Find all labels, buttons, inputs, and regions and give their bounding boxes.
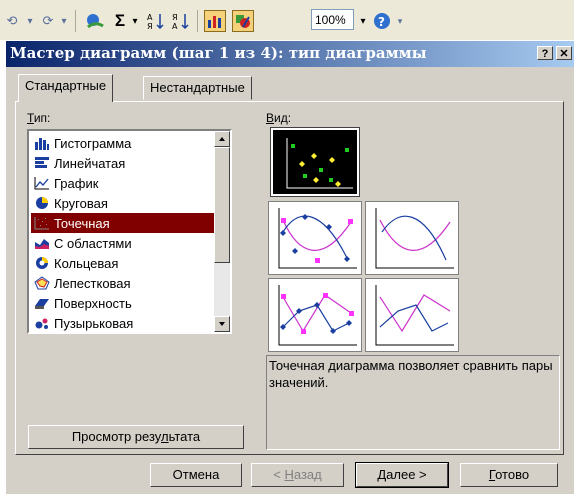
- chart-type-item[interactable]: График: [31, 173, 229, 193]
- cancel-button[interactable]: Отмена: [150, 463, 242, 487]
- tab-custom[interactable]: Нестандартные: [143, 76, 252, 100]
- zoom-dropdown-icon[interactable]: ▾: [358, 10, 368, 32]
- svg-text:?: ?: [378, 15, 385, 29]
- chart-type-item[interactable]: Пузырьковая: [31, 313, 229, 333]
- autosum-icon[interactable]: Σ: [112, 10, 128, 32]
- donut-chart-icon: [34, 256, 50, 270]
- subtype-smoothed-markers[interactable]: [268, 201, 362, 275]
- help-icon[interactable]: ?: [372, 10, 392, 32]
- toolbar: ⟲ ▾ ⟳ ▾ Σ ▾ АЯ ЯА 100% ▾ ? ▾: [0, 0, 574, 40]
- chart-type-label: Лепестковая: [54, 275, 131, 291]
- chart-type-item[interactable]: Поверхность: [31, 293, 229, 313]
- chart-type-label: Пузырьковая: [54, 315, 134, 331]
- chart-wizard-icon[interactable]: [204, 10, 226, 32]
- redo-arrow-icon[interactable]: ⟳: [40, 10, 56, 32]
- chart-type-label: Поверхность: [54, 295, 132, 311]
- svg-text:Я: Я: [147, 22, 153, 30]
- chart-type-item[interactable]: Круговая: [31, 193, 229, 213]
- line-chart-icon: [34, 176, 50, 190]
- sort-ascending-icon[interactable]: АЯ: [147, 10, 165, 32]
- autosum-dropdown-icon[interactable]: ▾: [130, 10, 140, 32]
- next-button[interactable]: Далее >: [355, 462, 449, 488]
- sort-descending-icon[interactable]: ЯА: [172, 10, 190, 32]
- list-scrollbar[interactable]: [214, 131, 230, 332]
- preview-result-button[interactable]: Просмотр результата: [28, 425, 244, 449]
- chart-type-label: Кольцевая: [54, 255, 119, 271]
- pie-chart-icon: [34, 196, 50, 210]
- svg-text:Я: Я: [172, 13, 178, 22]
- drawing-icon[interactable]: [232, 10, 254, 32]
- bubble-chart-icon: [34, 316, 50, 330]
- undo-arrow-icon[interactable]: ⟲: [4, 10, 20, 32]
- surface-chart-icon: [34, 296, 50, 310]
- scatter-chart-icon: [34, 216, 50, 230]
- finish-button[interactable]: Готово: [460, 463, 558, 487]
- subtype-lines-markers[interactable]: [268, 278, 362, 352]
- chart-type-item[interactable]: С областями: [31, 233, 229, 253]
- chart-type-list[interactable]: Гистограмма Линейчатая График Круговая Точеч…: [27, 129, 232, 334]
- subtype-straight-lines[interactable]: [365, 278, 459, 352]
- scroll-thumb[interactable]: [214, 147, 230, 263]
- area-chart-icon: [34, 236, 50, 250]
- tab-standard[interactable]: Стандартные: [18, 74, 114, 102]
- chart-description: Точечная диаграмма позволяет сравнить па…: [266, 355, 560, 450]
- chart-type-item[interactable]: Линейчатая: [31, 153, 229, 173]
- back-button: < Назад: [251, 463, 344, 487]
- svg-text:А: А: [147, 13, 153, 22]
- scroll-down-button[interactable]: [214, 316, 230, 332]
- subtype-scatter-points[interactable]: [270, 127, 360, 197]
- histogram-icon: [34, 136, 50, 150]
- subtype-smoothed-lines[interactable]: [365, 201, 459, 275]
- type-label: Тип:: [27, 111, 51, 125]
- undo-dropdown-icon[interactable]: ▾: [24, 10, 36, 32]
- chart-type-item[interactable]: Лепестковая: [31, 273, 229, 293]
- hyperlink-icon[interactable]: [84, 10, 106, 32]
- scroll-up-button[interactable]: [214, 131, 230, 147]
- chart-type-label: Точечная: [54, 215, 110, 231]
- bar-chart-icon: [34, 156, 50, 170]
- chart-type-item[interactable]: Кольцевая: [31, 253, 229, 273]
- view-label: Вид:: [266, 111, 292, 125]
- chart-type-item[interactable]: Точечная: [31, 213, 228, 233]
- toolbar-separator: [75, 10, 76, 32]
- chart-type-label: С областями: [54, 235, 132, 251]
- zoom-input[interactable]: 100%: [311, 9, 354, 30]
- dialog-title: Мастер диаграмм (шаг 1 из 4): тип диагра…: [10, 44, 427, 62]
- redo-dropdown-icon[interactable]: ▾: [58, 10, 70, 32]
- toolbar-separator: [197, 10, 198, 32]
- help-button[interactable]: ?: [537, 46, 553, 60]
- chart-type-label: Гистограмма: [54, 135, 132, 151]
- chart-type-item[interactable]: Гистограмма: [31, 133, 229, 153]
- chart-type-label: Круговая: [54, 195, 108, 211]
- close-button[interactable]: ✕: [556, 46, 572, 60]
- chart-type-label: Линейчатая: [54, 155, 126, 171]
- toolbar-options-icon[interactable]: ▾: [396, 10, 404, 32]
- radar-chart-icon: [34, 276, 50, 290]
- chart-type-label: График: [54, 175, 99, 191]
- svg-text:А: А: [172, 22, 178, 30]
